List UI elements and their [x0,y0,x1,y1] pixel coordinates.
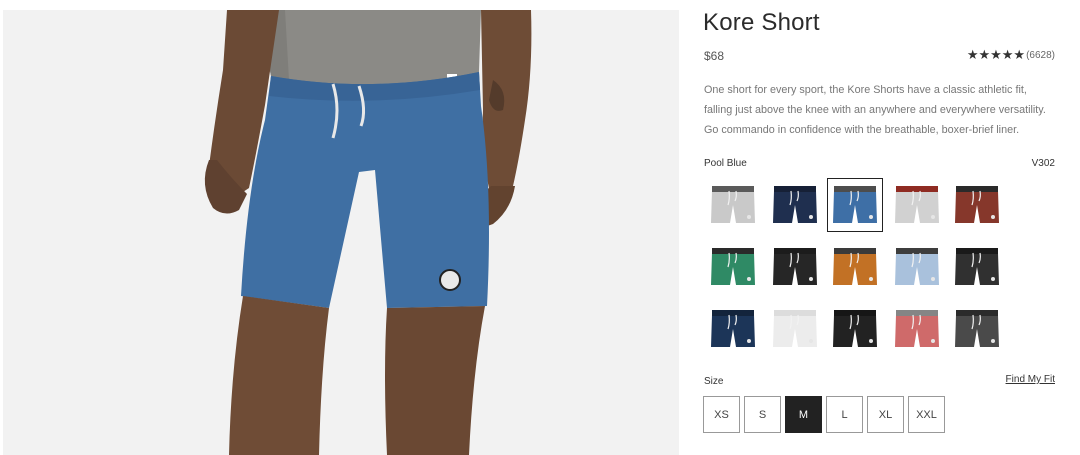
shorts-thumbnail-icon [895,186,939,223]
size-option-xxl[interactable]: XXL [908,396,945,433]
size-selector: XS S M L XL XXL [703,396,949,433]
color-swatch-rust[interactable] [827,240,883,294]
color-swatch-heather-grey[interactable] [705,178,761,232]
color-swatch-green[interactable] [705,240,761,294]
color-swatch-black[interactable] [767,240,823,294]
shorts-thumbnail-icon [711,186,755,223]
color-swatch-grid [703,178,1063,358]
color-swatch-pool-blue[interactable] [827,178,883,232]
product-description: One short for every sport, the Kore Shor… [704,80,1056,140]
shorts-thumbnail-icon [773,248,817,285]
color-swatch-deep-navy[interactable] [705,302,761,356]
color-swatch-grey-red-band[interactable] [889,178,945,232]
product-photo-illustration [3,10,679,455]
shorts-thumbnail-icon [833,248,877,285]
color-swatch-brick[interactable] [949,178,1005,232]
size-option-l[interactable]: L [826,396,863,433]
product-sku: V302 [1031,158,1055,169]
product-title: Kore Short [703,9,820,36]
color-swatch-white[interactable] [767,302,823,356]
product-price: $68 [704,49,725,63]
product-image[interactable] [3,10,679,455]
shorts-thumbnail-icon [833,186,877,223]
shorts-thumbnail-icon [833,310,877,347]
size-option-xs[interactable]: XS [703,396,740,433]
size-option-m[interactable]: M [785,396,822,433]
color-swatch-navy-camo[interactable] [767,178,823,232]
color-swatch-salmon[interactable] [889,302,945,356]
shorts-thumbnail-icon [955,186,999,223]
find-my-fit-link[interactable]: Find My Fit [1006,374,1055,385]
shorts-thumbnail-icon [711,248,755,285]
size-option-s[interactable]: S [744,396,781,433]
review-count[interactable]: (6628) [1026,50,1055,61]
description-line: One short for every sport, the Kore Shor… [704,84,1027,96]
color-swatch-charcoal[interactable] [949,302,1005,356]
shorts-thumbnail-icon [895,310,939,347]
size-option-xl[interactable]: XL [867,396,904,433]
shorts-thumbnail-icon [773,186,817,223]
selected-color-name: Pool Blue [704,158,747,169]
shorts-thumbnail-icon [895,248,939,285]
shorts-thumbnail-icon [955,310,999,347]
shorts-thumbnail-icon [955,248,999,285]
description-line: falling just above the knee with an anyw… [704,104,1046,116]
shorts-thumbnail-icon [711,310,755,347]
color-swatch-light-blue[interactable] [889,240,945,294]
color-swatch-black-2[interactable] [827,302,883,356]
star-rating-icon: ★★★★★ [966,48,1026,63]
size-label: Size [704,376,724,387]
rating[interactable]: ★★★★★ (6628) [967,48,1055,63]
shorts-thumbnail-icon [773,310,817,347]
color-swatch-black-print[interactable] [949,240,1005,294]
description-line: Go commando in confidence with the breat… [704,124,1020,136]
